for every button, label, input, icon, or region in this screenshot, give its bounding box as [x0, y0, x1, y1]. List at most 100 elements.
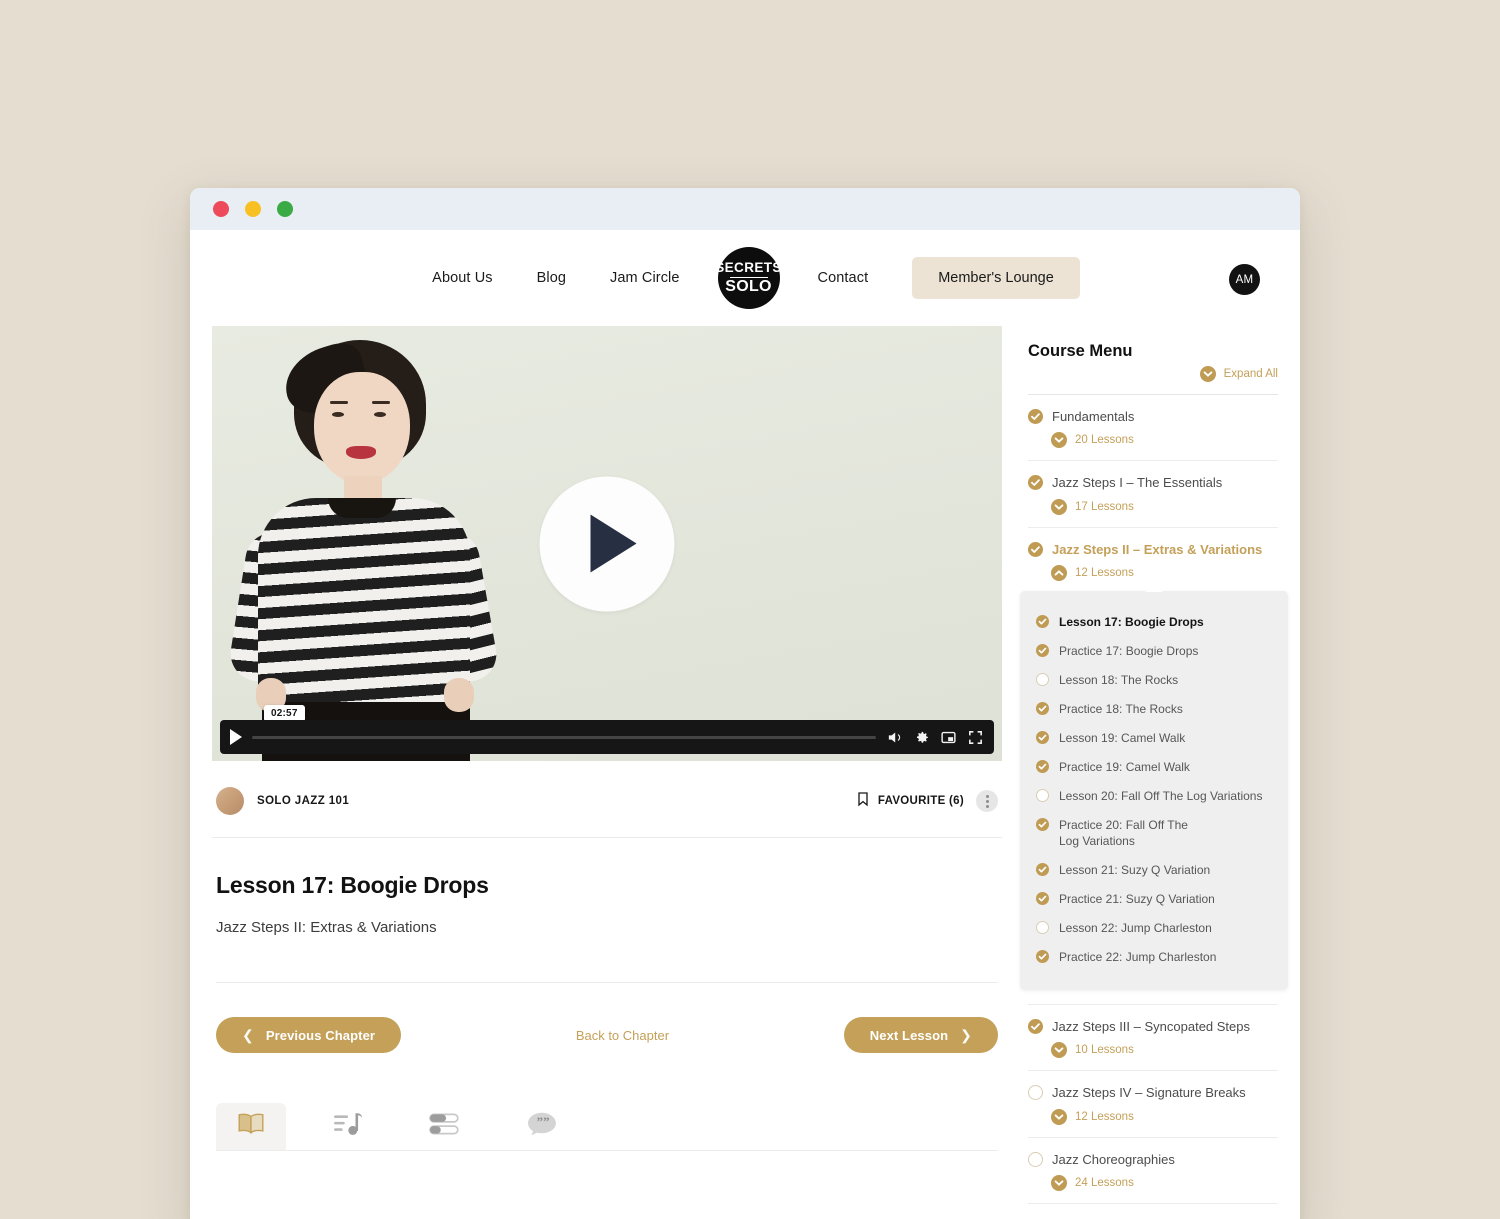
- next-lesson-label: Next Lesson: [869, 1027, 949, 1043]
- chevron-down-icon: [1051, 432, 1067, 449]
- course-section-current: Jazz Steps II – Extras & Variations 12 L…: [1020, 528, 1288, 991]
- members-lounge-button[interactable]: Member's Lounge: [912, 257, 1080, 299]
- play-button-icon[interactable]: [230, 729, 242, 745]
- expand-all-label: Expand All: [1223, 368, 1278, 380]
- course-section-toggle[interactable]: 17 Lessons: [1051, 498, 1278, 515]
- course-section: Jazz Steps IV – Signature Breaks 12 Less…: [1028, 1071, 1278, 1138]
- course-section-header[interactable]: Jazz Steps II – Extras & Variations: [1028, 541, 1278, 558]
- favourite-button[interactable]: FAVOURITE (6): [855, 791, 964, 812]
- course-section-toggle[interactable]: 12 Lessons: [1051, 1108, 1278, 1125]
- list-item[interactable]: Lesson 21: Suzy Q Variation: [1036, 856, 1274, 885]
- check-circle-icon: [1036, 731, 1049, 745]
- window-minimize-button[interactable]: [245, 201, 261, 217]
- empty-circle-icon: [1036, 673, 1049, 687]
- meta-actions: FAVOURITE (6): [855, 790, 998, 812]
- list-item[interactable]: Practice 20: Fall Off The Log Variations: [1036, 811, 1274, 856]
- settings-gear-icon[interactable]: [913, 729, 930, 746]
- previous-chapter-button[interactable]: ❮ Previous Chapter: [216, 1017, 402, 1053]
- list-item[interactable]: Lesson 17: Boogie Drops: [1036, 609, 1274, 638]
- previous-chapter-label: Previous Chapter: [265, 1027, 376, 1043]
- course-section-header[interactable]: Jazz Choreographies: [1028, 1151, 1278, 1168]
- course-section-toggle[interactable]: 20 Lessons: [1051, 432, 1278, 449]
- check-circle-icon: [1036, 644, 1049, 658]
- course-section-label: Jazz Choreographies: [1052, 1151, 1175, 1167]
- tab-music[interactable]: [313, 1103, 383, 1150]
- favourite-label: FAVOURITE (6): [877, 795, 964, 807]
- chevron-down-icon: [1199, 366, 1216, 382]
- course-section-header[interactable]: Jazz Steps IV – Signature Breaks: [1028, 1085, 1278, 1101]
- logo-line-1: SECRETS: [715, 260, 782, 276]
- list-item-label: Practice 17: Boogie Drops: [1059, 644, 1199, 659]
- play-overlay-button[interactable]: [539, 476, 675, 611]
- tab-tracks[interactable]: [410, 1103, 480, 1150]
- nav-item-blog[interactable]: Blog: [515, 270, 588, 286]
- chevron-down-icon: [1051, 498, 1067, 515]
- list-item-label: Lesson 21: Suzy Q Variation: [1059, 862, 1211, 877]
- browser-window: About Us Blog Jam Circle SECRETS SOLO Co…: [190, 188, 1300, 1219]
- list-item-label: Practice 18: The Rocks: [1059, 702, 1183, 717]
- volume-icon[interactable]: [886, 729, 903, 746]
- list-item[interactable]: Practice 21: Suzy Q Variation: [1036, 885, 1274, 914]
- course-section-header[interactable]: Jazz Steps I – The Essentials: [1028, 475, 1278, 491]
- check-circle-icon: [1028, 475, 1043, 491]
- tracks-sliders-icon: [429, 1112, 461, 1141]
- video-controls-bar: [220, 720, 994, 754]
- list-item[interactable]: Lesson 18: The Rocks: [1036, 667, 1274, 696]
- tab-comments[interactable]: ” ”: [507, 1103, 577, 1150]
- course-section-toggle[interactable]: 10 Lessons: [1051, 1042, 1278, 1059]
- course-section-toggle[interactable]: 12 Lessons: [1051, 564, 1278, 581]
- video-progress-slider[interactable]: [252, 735, 876, 739]
- user-avatar[interactable]: AM: [1229, 264, 1260, 295]
- tab-book[interactable]: [216, 1103, 286, 1150]
- chevron-left-icon: ❮: [242, 1026, 254, 1043]
- empty-circle-icon: [1028, 1151, 1043, 1167]
- lesson-nav-row: ❮ Previous Chapter Back to Chapter Next …: [216, 982, 998, 1053]
- nav-item-about-us[interactable]: About Us: [410, 270, 514, 286]
- course-section-toggle[interactable]: 24 Lessons: [1051, 1174, 1278, 1191]
- lesson-list-card: Lesson 17: Boogie Drops Practice 17: Boo…: [1020, 590, 1288, 991]
- chevron-up-icon: [1051, 564, 1067, 581]
- check-circle-icon: [1028, 541, 1043, 557]
- logo-line-2: SOLO: [725, 277, 772, 295]
- course-section-count: 12 Lessons: [1075, 1110, 1134, 1123]
- lesson-subtitle: Jazz Steps II: Extras & Variations: [216, 919, 437, 936]
- course-section-header[interactable]: Jazz Steps III – Syncopated Steps: [1028, 1019, 1278, 1035]
- quote-bubble-icon: ” ”: [527, 1111, 557, 1142]
- main-nav: About Us Blog Jam Circle SECRETS SOLO Co…: [410, 247, 1080, 309]
- window-close-button[interactable]: [213, 201, 229, 217]
- expand-all-button[interactable]: Expand All: [1028, 366, 1278, 382]
- list-item[interactable]: Practice 19: Camel Walk: [1036, 754, 1274, 783]
- list-item[interactable]: Practice 18: The Rocks: [1036, 696, 1274, 725]
- chevron-down-icon: [1051, 1042, 1067, 1059]
- course-menu-sidebar: Course Menu Expand All Fundamentals 20 L…: [1020, 326, 1288, 1219]
- window-zoom-button[interactable]: [277, 201, 293, 217]
- course-section-header[interactable]: Fundamentals: [1028, 409, 1278, 425]
- list-item-label: Lesson 19: Camel Walk: [1059, 731, 1186, 746]
- course-section-count: 24 Lessons: [1075, 1176, 1134, 1189]
- list-item[interactable]: Lesson 20: Fall Off The Log Variations: [1036, 782, 1274, 811]
- picture-in-picture-icon[interactable]: [940, 729, 957, 746]
- more-options-icon[interactable]: [976, 790, 998, 812]
- check-circle-icon: [1036, 891, 1049, 905]
- list-item[interactable]: Lesson 22: Jump Charleston: [1036, 914, 1274, 943]
- video-player[interactable]: 02:57: [212, 326, 1002, 761]
- chevron-down-icon: [1051, 1174, 1067, 1191]
- next-lesson-button[interactable]: Next Lesson ❯: [843, 1017, 998, 1053]
- nav-item-contact[interactable]: Contact: [796, 270, 891, 286]
- check-circle-icon: [1036, 817, 1049, 831]
- course-section-label: Jazz Steps III – Syncopated Steps: [1052, 1019, 1251, 1035]
- back-to-chapter-link[interactable]: Back to Chapter: [576, 1028, 669, 1043]
- play-icon: [590, 514, 636, 573]
- svg-text:”: ”: [543, 1115, 549, 1129]
- course-name-label: SOLO JAZZ 101: [257, 795, 350, 807]
- nav-item-jam-circle[interactable]: Jam Circle: [588, 270, 701, 286]
- check-circle-icon: [1036, 760, 1049, 774]
- fullscreen-icon[interactable]: [967, 729, 984, 746]
- book-icon: [236, 1112, 266, 1141]
- list-item[interactable]: Lesson 19: Camel Walk: [1036, 725, 1274, 754]
- site-logo[interactable]: SECRETS SOLO: [715, 247, 782, 309]
- list-item[interactable]: Practice 22: Jump Charleston: [1036, 943, 1274, 972]
- list-item[interactable]: Practice 17: Boogie Drops: [1036, 638, 1274, 667]
- check-circle-icon: [1036, 862, 1049, 876]
- course-avatar: [216, 787, 244, 815]
